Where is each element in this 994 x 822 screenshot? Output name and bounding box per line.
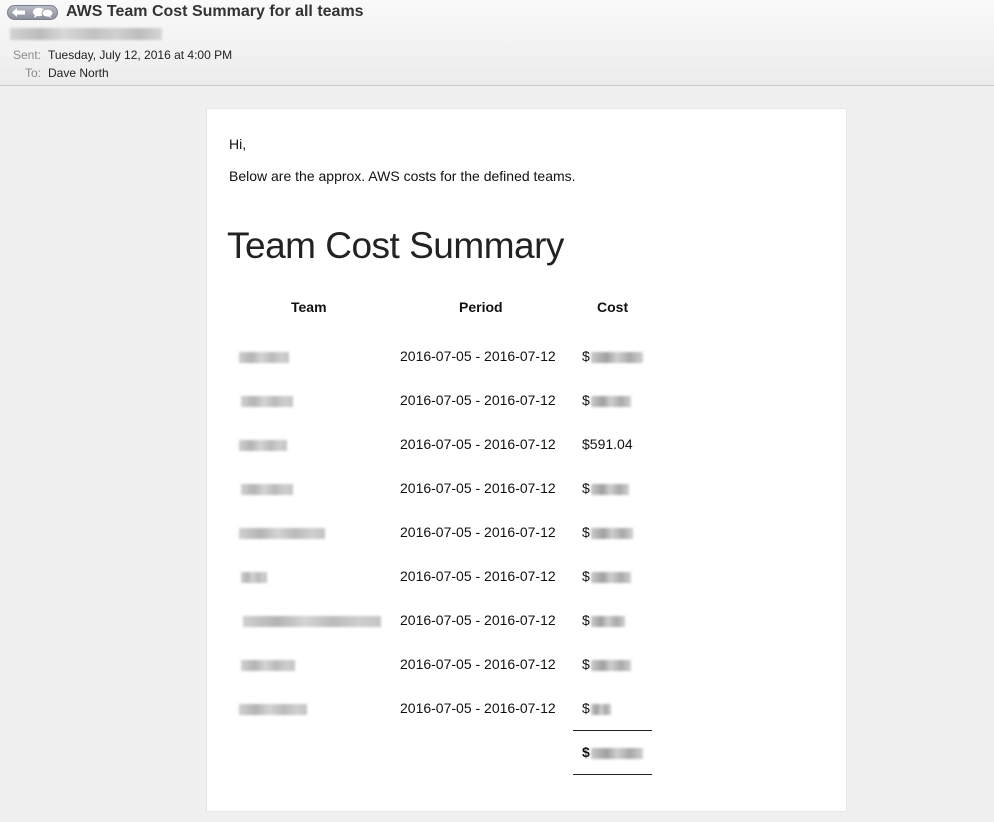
cost-cell: $591.04: [582, 436, 633, 452]
period-cell: 2016-07-05 - 2016-07-12: [400, 612, 556, 628]
cost-value: $: [582, 480, 590, 496]
total-bottom-rule: [573, 774, 652, 775]
cost-cell: $: [582, 524, 633, 540]
cost-value: $: [582, 392, 590, 408]
conversation-bubbles-icon[interactable]: [32, 7, 54, 19]
sender-redacted: [10, 28, 162, 40]
cost-cell: $: [582, 568, 631, 584]
cost-value: $591.04: [582, 436, 633, 452]
email-subject: AWS Team Cost Summary for all teams: [66, 3, 364, 20]
period-cell: 2016-07-05 - 2016-07-12: [400, 480, 556, 496]
period-cell: 2016-07-05 - 2016-07-12: [400, 348, 556, 364]
cost-cell: $: [582, 392, 631, 408]
report-title: Team Cost Summary: [227, 225, 564, 266]
back-arrow-icon[interactable]: [11, 7, 27, 18]
table-row: 2016-07-05 - 2016-07-12 $: [207, 568, 848, 612]
cost-value: $: [582, 700, 590, 716]
column-header-cost: Cost: [597, 299, 629, 315]
greeting-text: Hi,: [229, 136, 247, 152]
navigation-control[interactable]: [7, 5, 58, 20]
table-row: 2016-07-05 - 2016-07-12 $: [207, 348, 848, 392]
cost-value: $: [582, 524, 590, 540]
period-cell: 2016-07-05 - 2016-07-12: [400, 656, 556, 672]
period-cell: 2016-07-05 - 2016-07-12: [400, 700, 556, 716]
to-label: To:: [24, 66, 41, 80]
sent-value: Tuesday, July 12, 2016 at 4:00 PM: [48, 48, 233, 62]
table-row: 2016-07-05 - 2016-07-12 $: [207, 656, 848, 700]
table-row: 2016-07-05 - 2016-07-12 $: [207, 480, 848, 524]
cost-cell: $: [582, 700, 611, 716]
total-top-rule: [573, 730, 652, 731]
message-header: AWS Team Cost Summary for all teams Sent…: [0, 0, 994, 86]
total-value: $: [582, 744, 590, 760]
column-header-team: Team: [291, 299, 327, 315]
intro-text: Below are the approx. AWS costs for the …: [229, 168, 576, 184]
table-row: 2016-07-05 - 2016-07-12 $: [207, 392, 848, 436]
sent-label: Sent:: [12, 48, 41, 62]
cost-value: $: [582, 348, 590, 364]
table-row: 2016-07-05 - 2016-07-12 $: [207, 612, 848, 656]
cost-value: $: [582, 612, 590, 628]
table-row: 2016-07-05 - 2016-07-12 $: [207, 700, 848, 744]
cost-cell: $: [582, 480, 629, 496]
period-cell: 2016-07-05 - 2016-07-12: [400, 436, 556, 452]
total-cost: $: [582, 744, 643, 760]
sent-row: Sent: Tuesday, July 12, 2016 at 4:00 PM: [5, 48, 232, 62]
cost-cell: $: [582, 348, 643, 364]
cost-value: $: [582, 656, 590, 672]
message-body: Hi, Below are the approx. AWS costs for …: [206, 108, 847, 812]
period-cell: 2016-07-05 - 2016-07-12: [400, 568, 556, 584]
cost-cell: $: [582, 656, 631, 672]
to-row: To: Dave North: [5, 66, 109, 80]
period-cell: 2016-07-05 - 2016-07-12: [400, 524, 556, 540]
table-row: 2016-07-05 - 2016-07-12 $591.04: [207, 436, 848, 480]
period-cell: 2016-07-05 - 2016-07-12: [400, 392, 556, 408]
cost-cell: $: [582, 612, 625, 628]
table-row: 2016-07-05 - 2016-07-12 $: [207, 524, 848, 568]
cost-value: $: [582, 568, 590, 584]
column-header-period: Period: [459, 299, 503, 315]
to-recipient[interactable]: Dave North: [48, 66, 109, 80]
